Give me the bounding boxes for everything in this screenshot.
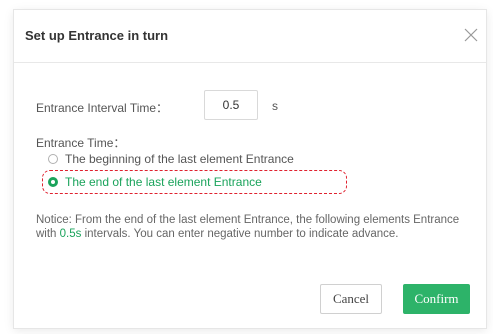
interval-unit: s xyxy=(272,99,278,113)
dialog-title: Set up Entrance in turn xyxy=(25,28,169,43)
radio-checked-icon[interactable] xyxy=(48,177,58,187)
confirm-button[interactable]: Confirm xyxy=(403,284,470,314)
entrance-dialog: Set up Entrance in turn Entrance Interva… xyxy=(14,10,486,328)
notice-interval-value: 0.5s xyxy=(59,228,82,240)
entrance-time-label: Entrance Time： xyxy=(36,136,126,150)
radio-option-end-label: The end of the last element Entrance xyxy=(65,175,262,189)
radio-option-end[interactable]: The end of the last element Entrance xyxy=(48,174,262,190)
dialog-header: Set up Entrance in turn xyxy=(14,10,486,63)
notice-suffix: intervals. You can enter negative number… xyxy=(81,228,399,240)
interval-label: Entrance Interval Time： xyxy=(36,101,169,115)
radio-unchecked-icon[interactable] xyxy=(48,154,58,164)
cancel-button[interactable]: Cancel xyxy=(320,284,382,314)
radio-option-beginning[interactable]: The beginning of the last element Entran… xyxy=(48,151,294,167)
radio-option-beginning-label: The beginning of the last element Entran… xyxy=(65,152,294,166)
notice-text: Notice: From the end of the last element… xyxy=(36,213,476,241)
interval-input[interactable] xyxy=(204,90,258,120)
close-icon[interactable] xyxy=(463,27,479,43)
